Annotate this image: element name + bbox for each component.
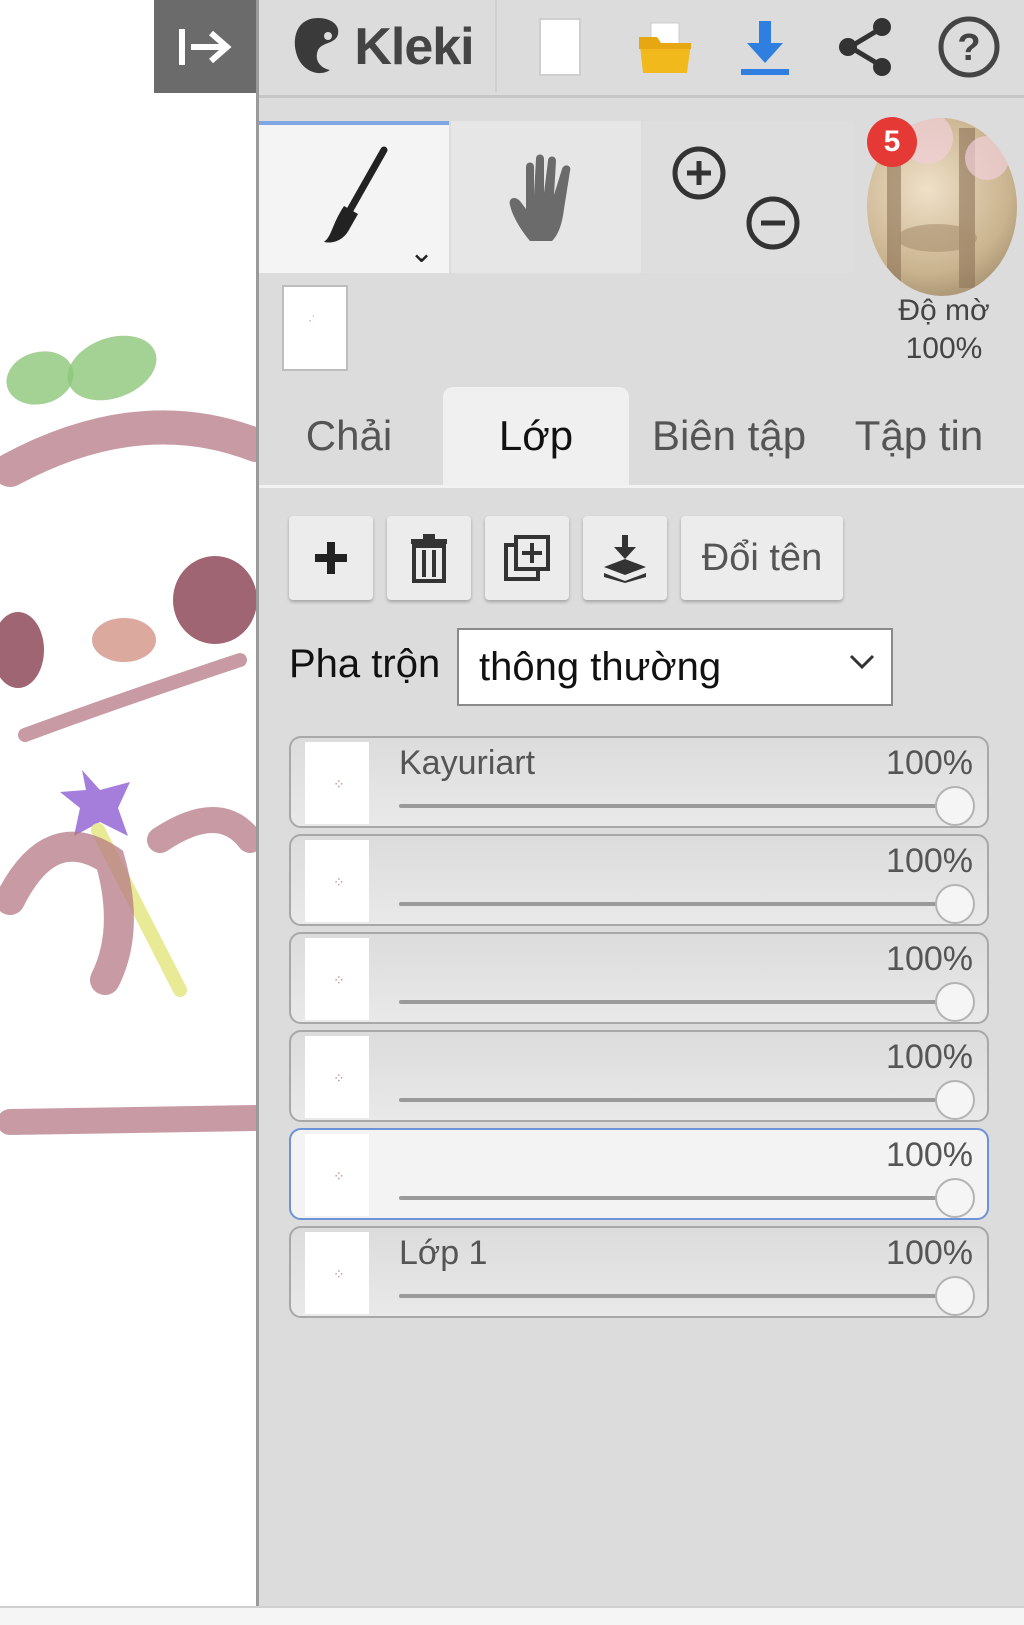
logo-icon — [295, 18, 339, 74]
zoom-out-icon[interactable] — [743, 193, 803, 253]
layer-opacity-slider-track[interactable] — [399, 1294, 947, 1298]
layer-row[interactable]: ⁘ 100% — [289, 1128, 989, 1220]
layer-thumbnail: ⁘ — [305, 1134, 369, 1216]
collapse-panel-button[interactable] — [154, 0, 256, 93]
logo-text: Kleki — [354, 18, 474, 76]
layer-opacity-slider-handle[interactable] — [935, 982, 975, 1022]
layer-opacity-slider-track[interactable] — [399, 902, 947, 906]
layer-preview-thumbnail[interactable]: ·˙ — [282, 285, 348, 371]
hand-tool-button[interactable] — [451, 121, 641, 273]
layer-opacity-slider-handle[interactable] — [935, 1080, 975, 1120]
add-layer-button[interactable] — [289, 516, 373, 600]
new-image-button[interactable] — [515, 8, 605, 86]
new-file-icon — [539, 18, 581, 76]
layer-opacity: 100% — [886, 1038, 973, 1076]
tab-edit[interactable]: Biên tập — [633, 387, 825, 485]
merge-down-icon — [604, 535, 646, 583]
layer-opacity: 100% — [886, 940, 973, 978]
layer-thumbnail: ⁘ — [305, 1232, 369, 1314]
chevron-down-icon — [849, 654, 875, 670]
layer-row[interactable]: ⁘ 100% — [289, 932, 989, 1024]
blend-mode-label: Pha trộn — [289, 642, 441, 686]
tab-file[interactable]: Tập tin — [825, 387, 1013, 485]
duplicate-layer-button[interactable] — [485, 516, 569, 600]
plus-icon — [315, 542, 347, 574]
layer-opacity: 100% — [886, 744, 973, 782]
layer-opacity: 100% — [886, 1234, 973, 1272]
svg-text:?: ? — [957, 27, 980, 69]
layer-thumbnail: ⁘ — [305, 1036, 369, 1118]
layer-row[interactable]: ⁘ Kayuriart 100% — [289, 736, 989, 828]
zoom-controls — [643, 121, 853, 273]
tab-brush[interactable]: Chải — [259, 387, 439, 485]
trash-icon — [411, 534, 447, 583]
panel-tabs: Chải Lớp Biên tập Tập tin — [259, 387, 1024, 488]
layer-opacity-slider-track[interactable] — [399, 1196, 947, 1200]
hand-icon — [509, 154, 571, 241]
layer-opacity: 100% — [886, 842, 973, 880]
layer-opacity-slider-handle[interactable] — [935, 884, 975, 924]
layer-name: Lớp 1 — [399, 1234, 488, 1272]
layer-row[interactable]: ⁘ Lớp 1 100% — [289, 1226, 989, 1318]
side-panel: Kleki ? ⌄ ·˙ 5 Độ mờ 100% Chải Lớp Biên … — [256, 0, 1024, 1623]
layer-row[interactable]: ⁘ 100% — [289, 1030, 989, 1122]
toolbar-divider — [495, 0, 497, 92]
opacity-value: 100% — [905, 332, 983, 365]
collapse-right-icon — [179, 28, 232, 65]
kleki-logo: Kleki — [281, 8, 481, 86]
brush-icon — [324, 146, 388, 243]
layer-name: Kayuriart — [399, 744, 536, 782]
drawing-canvas[interactable] — [0, 0, 256, 1623]
zoom-in-icon[interactable] — [669, 143, 729, 203]
open-file-button[interactable] — [615, 8, 715, 86]
layer-opacity: 100% — [886, 1136, 973, 1174]
tab-layers[interactable]: Lớp — [443, 387, 629, 485]
layer-opacity-slider-track[interactable] — [399, 1098, 947, 1102]
canvas-drawing — [0, 335, 256, 1135]
layer-thumbnail: ⁘ — [305, 742, 369, 824]
share-button[interactable] — [815, 8, 915, 86]
merge-layer-button[interactable] — [583, 516, 667, 600]
opacity-indicator: Độ mờ 100% — [869, 292, 1019, 368]
rename-layer-button[interactable]: Đổi tên — [681, 516, 843, 600]
download-button[interactable] — [715, 8, 815, 86]
help-button[interactable]: ? — [919, 8, 1019, 86]
layer-row[interactable]: ⁘ 100% — [289, 834, 989, 926]
help-icon: ? — [938, 16, 1000, 78]
bottom-bar — [0, 1606, 1024, 1625]
opacity-label: Độ mờ — [898, 294, 990, 327]
chevron-down-icon[interactable]: ⌄ — [409, 235, 434, 270]
layer-opacity-slider-track[interactable] — [399, 804, 947, 808]
folder-icon — [639, 22, 691, 73]
duplicate-icon — [504, 535, 550, 581]
blend-mode-value: thông thường — [479, 644, 722, 689]
blend-mode-select[interactable]: thông thường — [457, 628, 893, 706]
top-toolbar: Kleki ? — [259, 0, 1024, 98]
share-icon — [839, 18, 891, 76]
brush-tool-button[interactable]: ⌄ — [259, 121, 449, 273]
notification-badge: 5 — [867, 117, 917, 167]
layer-thumbnail: ⁘ — [305, 840, 369, 922]
layer-opacity-slider-handle[interactable] — [935, 1178, 975, 1218]
download-icon — [741, 21, 789, 75]
layer-opacity-slider-handle[interactable] — [935, 1276, 975, 1316]
layer-opacity-slider-track[interactable] — [399, 1000, 947, 1004]
layer-opacity-slider-handle[interactable] — [935, 786, 975, 826]
delete-layer-button[interactable] — [387, 516, 471, 600]
layer-thumbnail: ⁘ — [305, 938, 369, 1020]
